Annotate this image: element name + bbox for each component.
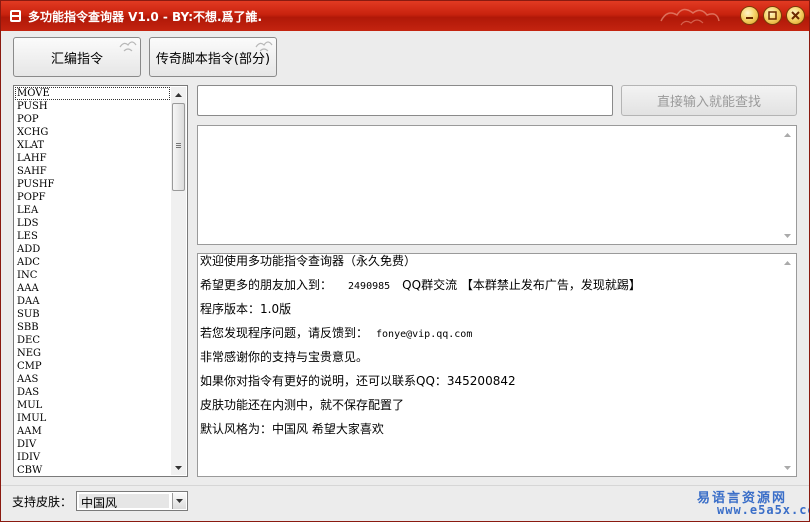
instruction-item[interactable]: AAA bbox=[15, 282, 170, 295]
watermark-url: www.e5a5x.com bbox=[717, 503, 809, 517]
instruction-item[interactable]: XCHG bbox=[15, 126, 170, 139]
instruction-list-scrollbar[interactable] bbox=[171, 87, 186, 475]
info-line: 如果你对指令有更好的说明，还可以联系QQ：345200842 bbox=[200, 374, 516, 388]
asm-instructions-label: 汇编指令 bbox=[50, 51, 103, 67]
instruction-item[interactable]: DAA bbox=[15, 295, 170, 308]
instruction-item[interactable]: NEG bbox=[15, 347, 170, 360]
info-line: 程序版本：1.0版 bbox=[200, 302, 292, 316]
info-line: 若您发现程序问题，请反馈到： fonye@vip.qq.com bbox=[200, 326, 778, 350]
description-scrollbar[interactable] bbox=[780, 127, 795, 243]
scroll-thumb[interactable] bbox=[172, 103, 185, 191]
swirl-ornament-icon bbox=[119, 41, 137, 52]
legend-script-label: 传奇脚本指令(部分) bbox=[155, 51, 271, 67]
app-window: 多功能指令查询器 V1.0 - BY:不想.爲了誰. 汇编指令 传奇脚本指令(部… bbox=[0, 0, 810, 522]
instruction-item[interactable]: LES bbox=[15, 230, 170, 243]
scroll-up-icon bbox=[175, 92, 182, 97]
instruction-item[interactable]: CBW bbox=[15, 464, 170, 475]
scroll-up-button[interactable] bbox=[780, 255, 795, 270]
scroll-down-button[interactable] bbox=[780, 228, 795, 243]
instruction-item[interactable]: POPF bbox=[15, 191, 170, 204]
instruction-item[interactable]: ADC bbox=[15, 256, 170, 269]
minimize-button[interactable] bbox=[740, 6, 759, 25]
skin-dropdown-button[interactable] bbox=[172, 493, 186, 509]
maximize-icon bbox=[768, 11, 777, 20]
description-area[interactable] bbox=[197, 125, 797, 245]
app-logo-icon bbox=[10, 10, 21, 22]
asm-instructions-button[interactable]: 汇编指令 bbox=[13, 37, 141, 77]
info-text: QQ群交流 【本群禁止发布广告，发现就踢】 bbox=[402, 278, 641, 292]
instruction-list-items: MOVE PUSH POP XCHG XLAT LAHF SAHF PUSHF POPF LEA L… bbox=[15, 87, 170, 475]
skin-label: 支持皮肤： bbox=[12, 495, 73, 509]
info-line: 默认风格为：中国风 希望大家喜欢 bbox=[200, 422, 384, 436]
close-button[interactable] bbox=[786, 6, 805, 25]
window-title: 多功能指令查询器 V1.0 - BY:不想.爲了誰. bbox=[28, 10, 263, 24]
instruction-list[interactable]: MOVE PUSH POP XCHG XLAT LAHF SAHF PUSHF POPF LEA L… bbox=[13, 85, 188, 477]
swirl-ornament-icon bbox=[255, 41, 273, 52]
scroll-up-icon bbox=[784, 260, 791, 265]
instruction-item[interactable]: CMP bbox=[15, 360, 170, 373]
instruction-item[interactable]: SAHF bbox=[15, 165, 170, 178]
chevron-down-icon bbox=[176, 499, 183, 503]
skin-select-value: 中国风 bbox=[81, 496, 118, 510]
instruction-item[interactable]: SBB bbox=[15, 321, 170, 334]
info-line: 希望更多的朋友加入到： 2490985 QQ群交流 【本群禁止发布广告，发现就踢】 bbox=[200, 278, 778, 302]
skin-select[interactable]: 中国风 bbox=[76, 491, 188, 511]
instruction-item[interactable]: PUSH bbox=[15, 100, 170, 113]
feedback-email: fonye@vip.qq.com bbox=[376, 329, 473, 340]
info-line: 皮肤功能还在内测中，就不保存配置了 bbox=[200, 398, 405, 412]
info-area[interactable]: 欢迎使用多功能指令查询器（永久免费） 希望更多的朋友加入到： 2490985 QQ群… bbox=[197, 253, 797, 477]
info-line: 欢迎使用多功能指令查询器（永久免费） bbox=[200, 254, 417, 268]
instruction-item[interactable]: LDS bbox=[15, 217, 170, 230]
instruction-item[interactable]: AAM bbox=[15, 425, 170, 438]
instruction-item[interactable]: IMUL bbox=[15, 412, 170, 425]
search-button[interactable]: 直接输入就能查找 bbox=[621, 85, 797, 116]
info-text: 希望更多的朋友加入到： bbox=[200, 278, 333, 292]
minimize-icon bbox=[746, 17, 753, 19]
scroll-up-icon bbox=[784, 132, 791, 137]
scroll-down-icon bbox=[175, 465, 182, 470]
title-bar[interactable]: 多功能指令查询器 V1.0 - BY:不想.爲了誰. bbox=[1, 1, 809, 31]
instruction-item[interactable]: INC bbox=[15, 269, 170, 282]
instruction-item[interactable]: IDIV bbox=[15, 451, 170, 464]
maximize-button[interactable] bbox=[763, 6, 782, 25]
instruction-item[interactable]: DIV bbox=[15, 438, 170, 451]
close-icon bbox=[791, 11, 800, 20]
scroll-down-icon bbox=[784, 465, 791, 470]
qq-group-number: 2490985 bbox=[348, 281, 391, 292]
instruction-item[interactable]: XLAT bbox=[15, 139, 170, 152]
info-lines: 欢迎使用多功能指令查询器（永久免费） 希望更多的朋友加入到： 2490985 QQ群… bbox=[200, 254, 778, 446]
instruction-item[interactable]: DAS bbox=[15, 386, 170, 399]
scroll-down-icon bbox=[784, 233, 791, 238]
search-input[interactable] bbox=[197, 85, 613, 116]
site-watermark: 易语言资源网 www.e5a5x.com bbox=[681, 485, 809, 521]
instruction-item[interactable]: MUL bbox=[15, 399, 170, 412]
cloud-ornament-icon bbox=[660, 8, 720, 26]
instruction-item[interactable]: SUB bbox=[15, 308, 170, 321]
scroll-down-button[interactable] bbox=[780, 460, 795, 475]
instruction-item[interactable]: ADD bbox=[15, 243, 170, 256]
scroll-up-button[interactable] bbox=[780, 127, 795, 142]
legend-script-button[interactable]: 传奇脚本指令(部分) bbox=[149, 37, 277, 77]
instruction-item[interactable]: POP bbox=[15, 113, 170, 126]
instruction-item[interactable]: DEC bbox=[15, 334, 170, 347]
instruction-item[interactable]: MOVE bbox=[15, 87, 170, 100]
info-line: 非常感谢你的支持与宝贵意见。 bbox=[200, 350, 369, 364]
instruction-item[interactable]: LEA bbox=[15, 204, 170, 217]
instruction-item[interactable]: AAS bbox=[15, 373, 170, 386]
info-scrollbar[interactable] bbox=[780, 255, 795, 475]
info-text: 若您发现程序问题，请反馈到： bbox=[200, 326, 369, 340]
instruction-item[interactable]: LAHF bbox=[15, 152, 170, 165]
scroll-down-button[interactable] bbox=[171, 460, 186, 475]
scroll-up-button[interactable] bbox=[171, 87, 186, 102]
instruction-item[interactable]: PUSHF bbox=[15, 178, 170, 191]
